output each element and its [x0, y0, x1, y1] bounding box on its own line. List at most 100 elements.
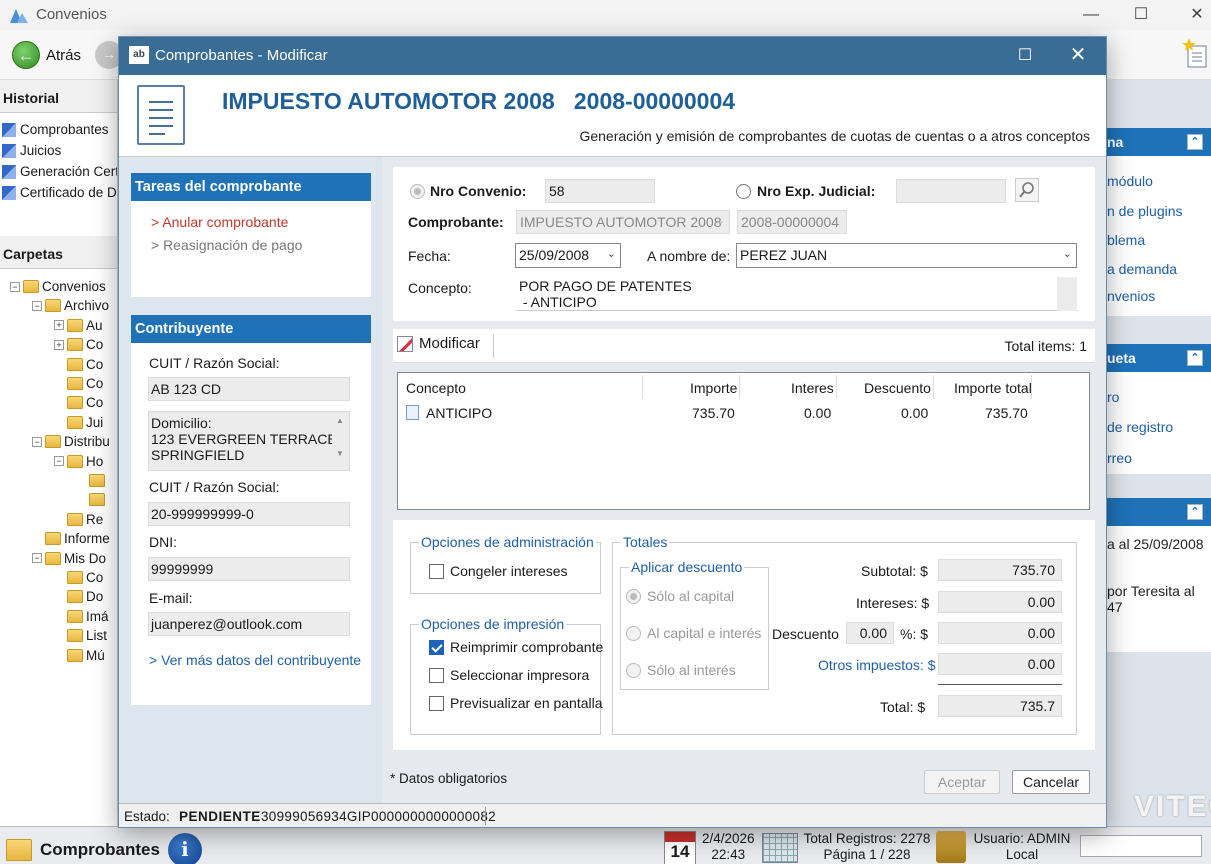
folder-tree-item[interactable]: − Mis Do: [32, 549, 106, 568]
folder-tree-item[interactable]: − Distribu: [32, 432, 110, 451]
right-link[interactable]: blema: [1105, 232, 1145, 248]
otros-impuestos-link[interactable]: Otros impuestos: $: [818, 657, 936, 673]
folder-icon: [67, 377, 83, 390]
folder-tree-item[interactable]: − Archivo: [32, 296, 109, 315]
col-interes[interactable]: Interes: [791, 380, 834, 396]
search-button[interactable]: [1015, 178, 1039, 202]
dni-field[interactable]: 99999999: [148, 557, 350, 581]
minimize-icon[interactable]: —: [1080, 4, 1102, 26]
taskbar: Comprobantes i 14 2/4/2026 22:43 Total R…: [0, 826, 1211, 864]
folder-tree-item[interactable]: + Co: [54, 335, 103, 354]
right-link[interactable]: ro: [1105, 389, 1119, 405]
concepto-field[interactable]: POR PAGO DE PATENTES - ANTICIPO: [516, 276, 1078, 311]
close-icon[interactable]: ✕: [1186, 4, 1208, 26]
col-importe-total[interactable]: Importe total: [954, 380, 1032, 396]
history-item[interactable]: Comprobantes: [2, 119, 117, 140]
scroll-arrows-icon[interactable]: ▲ ▼: [332, 412, 348, 470]
folder-tree-item[interactable]: + Au: [54, 316, 103, 335]
status-badge: PENDIENTE: [179, 809, 261, 824]
module-folder-icon: [6, 839, 32, 861]
a-nombre-select[interactable]: PEREZ JUAN ⌄: [736, 243, 1077, 268]
congelar-checkbox[interactable]: Congeler intereses: [429, 563, 568, 579]
history-item[interactable]: Generación Cert: [2, 161, 117, 182]
comprobante-select[interactable]: IMPUESTO AUTOMOTOR 2008 ⌄: [516, 210, 730, 234]
folder-tree-item[interactable]: Co: [54, 393, 103, 412]
close-icon[interactable]: ✕: [1067, 44, 1089, 66]
folder-tree-item[interactable]: − Convenios: [10, 277, 106, 296]
right-link[interactable]: a demanda: [1105, 261, 1177, 277]
radio-solo-interes[interactable]: Sólo al interés: [626, 662, 736, 678]
maximize-icon[interactable]: ☐: [1014, 45, 1036, 67]
folder-tree-item[interactable]: Imá: [54, 607, 109, 626]
status-code: 30999056934GIP0000000000000082: [261, 809, 496, 824]
col-descuento[interactable]: Descuento: [864, 380, 931, 396]
folder-icon: [67, 396, 83, 410]
new-document-icon[interactable]: [1182, 38, 1208, 68]
folder-icon: [67, 629, 83, 643]
seleccionar-impresora-checkbox[interactable]: Seleccionar impresora: [429, 667, 589, 683]
intereses-field: 0.00: [938, 591, 1062, 613]
folder-tree-item[interactable]: [76, 471, 108, 490]
total-separator: [938, 684, 1062, 685]
folder-tree-item[interactable]: Do: [54, 587, 103, 606]
taskbar-field[interactable]: [1080, 835, 1202, 857]
folder-tree-item[interactable]: Co: [54, 374, 103, 393]
domicilio-field[interactable]: Domicilio: 123 EVERGREEN TERRACE, SPRING…: [148, 411, 350, 471]
cancel-button[interactable]: Cancelar: [1012, 770, 1090, 794]
info-icon[interactable]: i: [167, 833, 202, 864]
history-item[interactable]: Juicios: [2, 140, 117, 161]
collapse-icon[interactable]: ⌃: [1187, 134, 1203, 150]
expand-icon[interactable]: +: [54, 339, 64, 350]
collapse-icon[interactable]: ⌃: [1187, 504, 1203, 520]
folder-tree-item[interactable]: Informe: [32, 529, 110, 548]
right-link[interactable]: de registro: [1105, 419, 1173, 435]
reimprimir-checkbox[interactable]: Reimprimir comprobante: [429, 639, 603, 655]
anular-link[interactable]: > Anular comprobante: [151, 214, 288, 230]
nro-convenio-field[interactable]: 58: [545, 179, 655, 203]
email-field[interactable]: juanperez@outlook.com: [148, 612, 350, 636]
nro-convenio-radio[interactable]: [410, 184, 425, 199]
collapse-icon[interactable]: −: [10, 281, 20, 292]
folder-tree-item[interactable]: Co: [54, 568, 103, 587]
right-link[interactable]: n de plugins: [1105, 203, 1183, 219]
fecha-picker[interactable]: 25/09/2008 ⌄: [515, 243, 621, 268]
collapse-icon[interactable]: −: [32, 553, 42, 564]
history-item[interactable]: Certificado de De: [2, 182, 117, 203]
right-link[interactable]: módulo: [1105, 173, 1153, 189]
folder-tree-item[interactable]: Co: [54, 355, 103, 374]
folder-tree-item[interactable]: List: [54, 626, 107, 645]
descuento-pct-field[interactable]: 0.00: [846, 622, 894, 644]
radio-capital-interes[interactable]: Al capital e interés: [626, 625, 761, 641]
collapse-icon[interactable]: ⌃: [1187, 350, 1203, 366]
folder-tree-item[interactable]: Re: [54, 510, 103, 529]
collapse-icon[interactable]: −: [32, 436, 42, 447]
accept-button[interactable]: Aceptar: [924, 770, 1000, 794]
collapse-icon[interactable]: −: [32, 300, 42, 311]
back-button[interactable]: ← Atrás: [12, 40, 81, 70]
previsualizar-checkbox[interactable]: Previsualizar en pantalla: [429, 695, 603, 711]
col-concepto[interactable]: Concepto: [406, 380, 466, 396]
modify-button[interactable]: Modificar: [397, 335, 480, 352]
cuit-field[interactable]: AB 123 CD: [148, 377, 350, 401]
folder-tree-item[interactable]: Mú: [54, 646, 105, 665]
folder-tree-item[interactable]: [76, 490, 108, 509]
reasignacion-link[interactable]: > Reasignación de pago: [151, 237, 302, 253]
contribuyente-box: Contribuyente CUIT / Razón Social: AB 12…: [131, 315, 371, 705]
table-row[interactable]: ANTICIPO 735.70 0.00 0.00 735.70: [398, 402, 1088, 424]
nro-exp-field[interactable]: [896, 179, 1006, 203]
expand-icon[interactable]: +: [54, 320, 64, 331]
more-contributor-link[interactable]: > Ver más datos del contribuyente: [149, 652, 361, 668]
folder-label: Imá: [86, 608, 109, 624]
folder-tree-item[interactable]: Jui: [54, 413, 103, 432]
maximize-icon[interactable]: ☐: [1130, 4, 1152, 26]
nro-exp-radio[interactable]: [736, 184, 751, 199]
right-link[interactable]: nvenios: [1105, 288, 1155, 304]
col-importe[interactable]: Importe: [690, 380, 737, 396]
right-link[interactable]: rreo: [1105, 450, 1132, 466]
folder-tree-item[interactable]: − Ho: [54, 452, 103, 471]
collapse-icon[interactable]: −: [54, 456, 64, 467]
radio-solo-capital[interactable]: Sólo al capital: [626, 588, 734, 604]
concepto-scrollbar[interactable]: [1057, 277, 1077, 311]
cuit-field-2[interactable]: 20-999999999-0: [148, 502, 350, 526]
right-box-carpeta: ueta ⌃ ro de registro rreo: [1105, 344, 1211, 474]
